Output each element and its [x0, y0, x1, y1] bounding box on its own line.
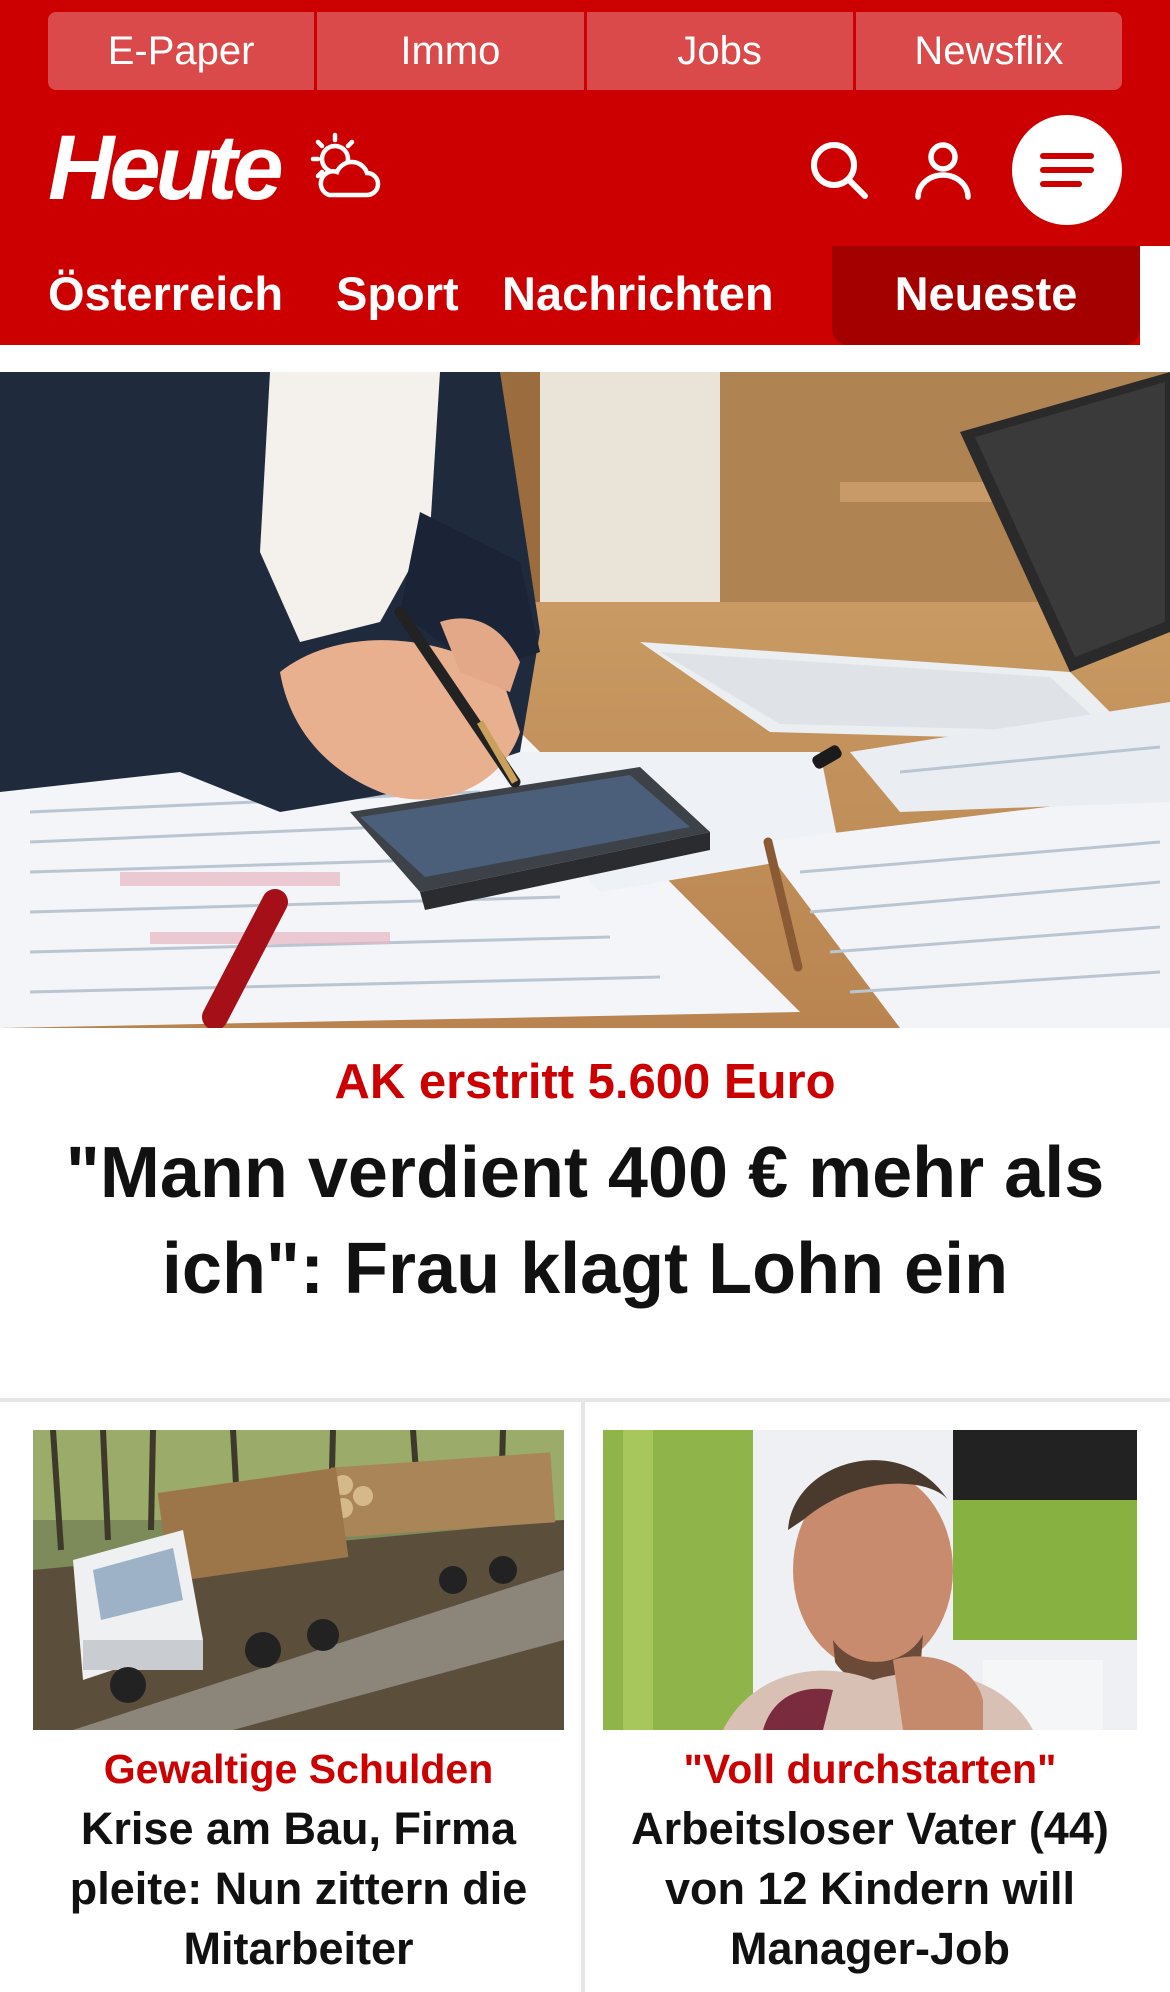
section-divider	[0, 1398, 1170, 1402]
top-navigation: E-Paper Immo Jobs Newsflix	[0, 0, 1170, 91]
article-kicker[interactable]: "Voll durchstarten"	[603, 1746, 1137, 1793]
article-title[interactable]: Krise am Bau, Firma pleite: Nun zittern …	[33, 1799, 564, 1979]
search-icon[interactable]	[804, 135, 874, 205]
topnav-jobs[interactable]: Jobs	[586, 12, 856, 90]
section-nachrichten[interactable]: Nachrichten	[502, 246, 774, 345]
article-card[interactable]: Gewaltige Schulden Krise am Bau, Firma p…	[33, 1430, 564, 1979]
menu-button[interactable]	[1012, 115, 1122, 225]
hero-title[interactable]: "Mann verdient 400 € mehr als ich": Frau…	[30, 1125, 1140, 1317]
brand-bar: Heute	[0, 91, 1170, 246]
section-neueste-active[interactable]: Neueste	[832, 246, 1140, 345]
topnav-immo[interactable]: Immo	[317, 12, 587, 90]
header-actions	[804, 115, 1122, 225]
article-image[interactable]	[33, 1430, 564, 1730]
topnav-newsflix[interactable]: Newsflix	[855, 12, 1122, 90]
hero-image[interactable]	[0, 372, 1170, 1028]
article-card[interactable]: "Voll durchstarten" Arbeitsloser Vater (…	[603, 1430, 1137, 1979]
article-title[interactable]: Arbeitsloser Vater (44) von 12 Kindern w…	[603, 1799, 1137, 1979]
partly-cloudy-sun-icon[interactable]	[305, 129, 385, 209]
section-oesterreich[interactable]: Österreich	[48, 246, 283, 345]
user-icon[interactable]	[908, 135, 978, 205]
article-kicker[interactable]: Gewaltige Schulden	[33, 1746, 564, 1793]
site-header: E-Paper Immo Jobs Newsflix Heute Österre…	[0, 0, 1170, 345]
hamburger-menu-icon	[1040, 153, 1094, 187]
column-divider	[581, 1400, 585, 1992]
article-image[interactable]	[603, 1430, 1137, 1730]
section-sport[interactable]: Sport	[336, 246, 459, 345]
hero-kicker[interactable]: AK erstritt 5.600 Euro	[0, 1054, 1170, 1110]
topnav-epaper[interactable]: E-Paper	[48, 12, 318, 90]
section-navigation: Österreich Sport Nachrichten Neueste	[0, 246, 1170, 345]
heute-logo[interactable]: Heute	[48, 116, 284, 221]
